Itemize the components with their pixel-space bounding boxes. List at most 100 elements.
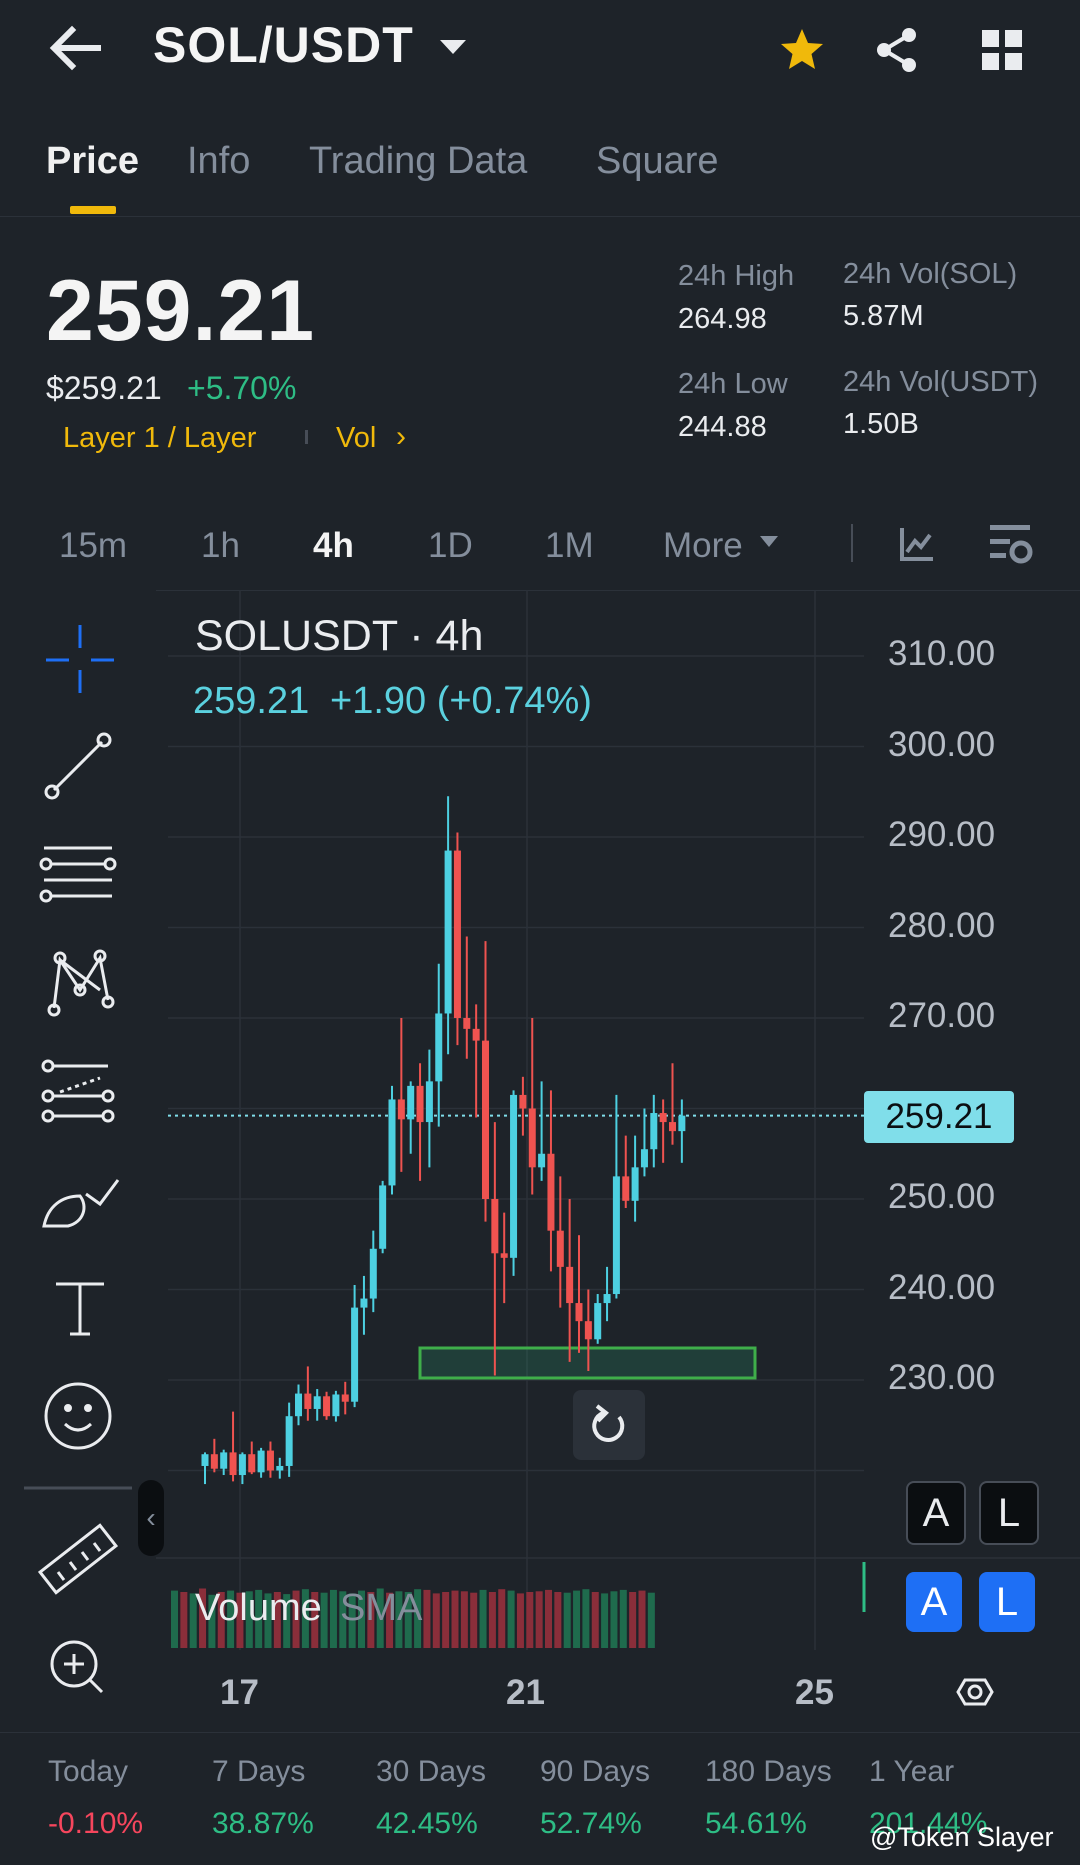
candle-body [547,1153,555,1231]
volume-bar [432,1593,440,1648]
volume-bar [535,1591,543,1648]
candle-body [276,1465,284,1471]
more-caret-icon[interactable] [760,536,778,547]
period-30d-label: 30 Days [376,1755,487,1788]
candle-body [220,1452,228,1469]
candle [622,1135,630,1209]
period-90d-value: 52.74% [540,1807,642,1840]
period-7d-label: 7 Days [212,1755,306,1788]
candle-body [304,1393,312,1409]
candle-body [201,1454,209,1466]
candle-body [248,1454,256,1473]
grid-menu-icon[interactable] [980,28,1024,72]
tab-info[interactable]: Info [187,140,250,183]
candle [407,1081,415,1154]
chart-change: +1.90 (+0.74%) [330,680,592,722]
candle [295,1384,302,1426]
y-tick-label: 280.00 [888,905,996,945]
candle [229,1411,237,1482]
candle-body [351,1307,359,1402]
auto-scale-button[interactable]: A [906,1481,966,1545]
volume-bar [526,1592,534,1648]
candle-body [519,1094,527,1109]
candle [416,1063,424,1181]
volume-bar [451,1590,459,1648]
volume-auto-button[interactable]: A [906,1572,962,1632]
volume-bar [470,1592,478,1648]
share-icon[interactable] [873,26,921,74]
interval-more[interactable]: More [663,526,743,566]
period-180d-value: 54.61% [705,1807,807,1840]
axis-settings-icon-center [967,1684,983,1700]
candle [640,1108,648,1177]
pair-title[interactable]: SOL/USDT [153,16,414,74]
interval-1m[interactable]: 1M [545,526,594,566]
interval-1d[interactable]: 1D [428,526,473,566]
volume-bar [563,1592,571,1648]
category-tag[interactable]: Layer 1 / Layer [63,422,256,455]
vol-sol-value: 5.87M [843,300,924,332]
period-1y-label: 1 Year [869,1755,955,1788]
candle-body [650,1113,658,1150]
candle [332,1390,340,1422]
tab-trading-data[interactable]: Trading Data [309,140,527,183]
candle [556,1176,564,1308]
candle-body [669,1122,676,1132]
log-scale-button[interactable]: L [979,1481,1039,1545]
volume-bar [601,1593,609,1648]
candle [482,941,489,1222]
y-tick-label: 250.00 [888,1177,996,1216]
reset-chart-button[interactable] [573,1390,645,1460]
axis-settings-icon[interactable] [956,1678,994,1706]
last-price: 259.21 [46,263,316,359]
candle-body [556,1230,564,1267]
volume-bar [479,1589,487,1648]
candle [201,1452,209,1485]
interval-15m[interactable]: 15m [59,526,127,566]
candle-body [341,1394,349,1402]
interval-divider [851,524,853,562]
candle-body [640,1149,648,1168]
interval-1h[interactable]: 1h [201,526,240,566]
candle-body [323,1396,331,1417]
vol-usdt-value: 1.50B [843,408,919,440]
indicator-icon[interactable] [899,526,935,562]
candle-body [285,1416,293,1466]
usd-price: $259.21 [46,370,162,406]
volume-log-button[interactable]: L [979,1572,1035,1632]
candle [631,1135,639,1222]
candle [650,1094,658,1168]
interval-4h[interactable]: 4h [313,526,354,566]
drawing-toolbar-bg [0,590,156,1732]
candle [538,1081,546,1181]
vol-usdt-label: 24h Vol(USDT) [843,366,1039,398]
vol-tag[interactable]: Vol [336,422,376,455]
favorite-star-icon[interactable] [778,26,826,74]
candles [201,796,686,1485]
collapse-toolbar-button[interactable]: ‹ [138,1480,164,1556]
high-label: 24h High [678,260,795,292]
tab-price[interactable]: Price [46,140,139,183]
chevron-right-icon[interactable]: › [396,420,406,454]
candle-body [266,1450,274,1471]
tab-square[interactable]: Square [596,140,719,183]
watermark: @Token Slayer [870,1822,1054,1852]
candle-body [603,1294,611,1304]
candle [257,1447,265,1478]
candle-body [491,1199,499,1254]
candle-body [388,1099,396,1186]
candle-body [584,1321,592,1340]
candle-body [453,850,461,1018]
period-90d-label: 90 Days [540,1755,651,1788]
y-tick-label: 240.00 [888,1267,996,1307]
y-tick-label: 270.00 [888,996,996,1035]
chart-settings-icon[interactable] [988,522,1034,566]
volume-bar [442,1592,450,1648]
back-arrow-icon[interactable] [48,22,104,74]
candle [276,1457,284,1479]
candle-body [229,1452,237,1476]
pair-dropdown-caret-icon[interactable] [440,40,466,54]
candle-body [631,1167,639,1201]
candle [612,1094,620,1299]
candle [472,1004,480,1118]
